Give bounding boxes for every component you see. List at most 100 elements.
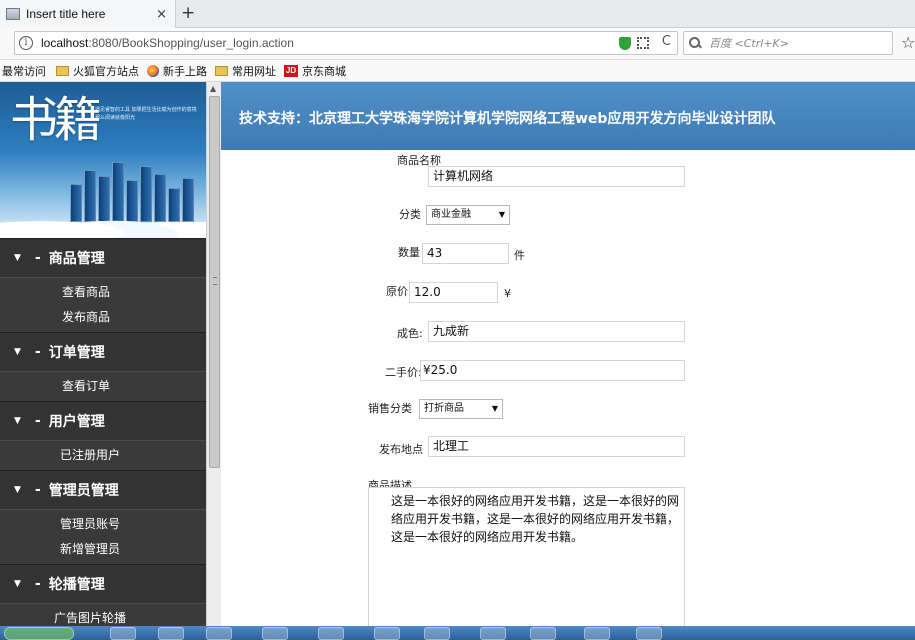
quantity-unit: 件 — [514, 249, 525, 262]
chevron-down-icon: ▼ — [491, 404, 498, 413]
page-viewport: 书籍 遇见睿智的工具 如果把生活比喻为创作的意境 那么阅读就像阳光 ▼ - 商品… — [0, 82, 915, 626]
category-select[interactable]: 商业金融 ▼ — [426, 205, 510, 225]
taskbar-app-icon[interactable] — [318, 627, 344, 640]
second-hand-price-label: 二手价: — [385, 366, 422, 379]
product-name-field[interactable]: 计算机网络 — [428, 166, 685, 187]
original-price-field[interactable]: 12.0 — [409, 282, 498, 303]
collapse-arrow-icon: ▼ — [14, 579, 21, 589]
collapse-arrow-icon: ▼ — [14, 416, 21, 426]
menu-header-label: 用户管理 — [48, 414, 105, 430]
second-hand-price-field[interactable]: ¥25.0 — [420, 360, 685, 381]
sidebar: 书籍 遇见睿智的工具 如果把生活比喻为创作的意境 那么阅读就像阳光 ▼ - 商品… — [0, 82, 206, 626]
bookmark-label: 最常访问 — [2, 65, 46, 78]
menu-group-orders: ▼ - 订单管理 查看订单 — [0, 332, 206, 401]
bookmark-most-visited[interactable]: 最常访问 — [2, 63, 46, 79]
scrollbar-thumb[interactable] — [209, 96, 220, 468]
menu-group-products: ▼ - 商品管理 查看商品 发布商品 — [0, 238, 206, 332]
search-icon — [689, 37, 701, 49]
sidebar-item-view-products[interactable]: 查看商品 — [0, 280, 206, 305]
sidebar-item-ad-carousel[interactable]: 广告图片轮播 — [0, 606, 206, 626]
bookmarks-toolbar: 最常访问 火狐官方站点 新手上路 常用网址 JD 京东商城 — [0, 60, 915, 82]
bookmark-label: 常用网址 — [232, 65, 276, 78]
sidebar-item-view-orders[interactable]: 查看订单 — [0, 374, 206, 399]
description-textarea[interactable]: 这是一本很好的网络应用开发书籍，这是一本很好的网络应用开发书籍，这是一本很好的网… — [368, 487, 685, 626]
sidebar-menu: ▼ - 商品管理 查看商品 发布商品 ▼ - 订单管理 查看订单 ▼ - 用户管… — [0, 238, 206, 626]
search-bar[interactable]: 百度 <Ctrl+K> — [683, 31, 893, 55]
start-button[interactable] — [4, 627, 74, 640]
tech-support-text: 技术支持：北京理工大学珠海学院计算机学院网络工程web应用开发方向毕业设计团队 — [239, 111, 776, 127]
menu-header-carousel[interactable]: ▼ - 轮播管理 — [0, 564, 206, 604]
taskbar-app-icon[interactable] — [424, 627, 450, 640]
taskbar-app-icon[interactable] — [262, 627, 288, 640]
sale-type-selected-value: 打折商品 — [424, 403, 464, 414]
navigation-bar: i localhost:8080/BookShopping/user_login… — [0, 28, 915, 60]
folder-icon — [56, 65, 69, 76]
folder-icon — [215, 65, 228, 76]
banner-image: 书籍 遇见睿智的工具 如果把生活比喻为创作的意境 那么阅读就像阳光 — [0, 82, 206, 238]
menu-header-admins[interactable]: ▼ - 管理员管理 — [0, 470, 206, 510]
browser-tab-bar: Insert title here × + — [0, 0, 915, 28]
page-favicon-icon — [6, 8, 20, 20]
location-field[interactable]: 北理工 — [428, 436, 685, 457]
collapse-arrow-icon: ▼ — [14, 485, 21, 495]
quantity-field[interactable]: 43 — [422, 243, 509, 264]
original-price-label: 原价 — [386, 285, 408, 298]
taskbar-app-icon[interactable] — [110, 627, 136, 640]
menu-header-products[interactable]: ▼ - 商品管理 — [0, 238, 206, 278]
menu-items: 查看商品 发布商品 — [0, 278, 206, 332]
qr-code-icon[interactable] — [637, 37, 649, 49]
taskbar-app-icon[interactable] — [480, 627, 506, 640]
close-tab-icon[interactable]: × — [156, 7, 167, 22]
menu-group-carousel: ▼ - 轮播管理 广告图片轮播 — [0, 564, 206, 626]
sidebar-item-add-admin[interactable]: 新增管理员 — [0, 537, 206, 562]
menu-items: 管理员账号 新增管理员 — [0, 510, 206, 564]
taskbar-app-icon[interactable] — [584, 627, 610, 640]
header-banner: 技术支持：北京理工大学珠海学院计算机学院网络工程web应用开发方向毕业设计团队 — [221, 82, 915, 150]
taskbar-app-icon[interactable] — [530, 627, 556, 640]
bookmark-common-urls[interactable]: 常用网址 — [215, 63, 276, 79]
url-text[interactable]: localhost:8080/BookShopping/user_login.a… — [41, 36, 294, 50]
taskbar-app-icon[interactable] — [636, 627, 662, 640]
bookmark-label: 火狐官方站点 — [73, 65, 139, 78]
price-currency-unit: ¥ — [504, 287, 511, 300]
sidebar-item-admin-accounts[interactable]: 管理员账号 — [0, 512, 206, 537]
quantity-label: 数量 — [398, 246, 420, 259]
scroll-up-arrow-icon[interactable]: ▲ — [210, 84, 216, 93]
bookmark-label: 京东商城 — [302, 65, 346, 78]
taskbar-app-icon[interactable] — [374, 627, 400, 640]
menu-dash: - — [34, 250, 41, 266]
menu-header-label: 商品管理 — [48, 251, 105, 267]
refresh-icon[interactable]: C — [662, 34, 671, 49]
sidebar-item-registered-users[interactable]: 已注册用户 — [0, 443, 206, 468]
new-tab-button[interactable]: + — [181, 4, 195, 22]
collapse-arrow-icon: ▼ — [14, 253, 21, 263]
taskbar-app-icon[interactable] — [158, 627, 184, 640]
firefox-icon — [147, 64, 159, 77]
menu-header-label: 管理员管理 — [48, 483, 119, 499]
menu-header-orders[interactable]: ▼ - 订单管理 — [0, 332, 206, 372]
browser-tab[interactable]: Insert title here × — [0, 0, 176, 28]
sidebar-item-publish-product[interactable]: 发布商品 — [0, 305, 206, 330]
menu-dash: - — [34, 482, 41, 498]
condition-field[interactable]: 九成新 — [428, 321, 685, 342]
banner-title: 书籍 — [10, 92, 102, 148]
tab-title: Insert title here — [26, 7, 106, 21]
url-bar[interactable]: i localhost:8080/BookShopping/user_login… — [14, 31, 678, 55]
sale-type-select[interactable]: 打折商品 ▼ — [419, 399, 503, 419]
bookmark-jd-mall[interactable]: JD 京东商城 — [284, 63, 346, 79]
frame-scrollbar[interactable]: ▲ — [206, 82, 221, 626]
menu-header-label: 轮播管理 — [48, 577, 105, 593]
site-info-icon[interactable]: i — [19, 36, 33, 50]
product-detail-form: 商品名称 计算机网络 分类 商业金融 ▼ 数量 43 件 原价 12.0 ¥ 成色… — [221, 150, 915, 626]
shield-icon[interactable] — [619, 37, 631, 50]
bookmark-firefox-site[interactable]: 火狐官方站点 — [56, 63, 139, 79]
banner-subtitle: 遇见睿智的工具 如果把生活比喻为创作的意境 那么阅读就像阳光 — [95, 107, 197, 121]
taskbar-app-icon[interactable] — [206, 627, 232, 640]
condition-label: 成色: — [397, 327, 423, 340]
menu-header-users[interactable]: ▼ - 用户管理 — [0, 401, 206, 441]
bookmark-star-icon[interactable]: ☆ — [901, 33, 915, 52]
bookmark-getting-started[interactable]: 新手上路 — [147, 63, 207, 79]
collapse-arrow-icon: ▼ — [14, 347, 21, 357]
chevron-down-icon: ▼ — [498, 210, 505, 219]
bookmark-label: 新手上路 — [163, 65, 207, 78]
